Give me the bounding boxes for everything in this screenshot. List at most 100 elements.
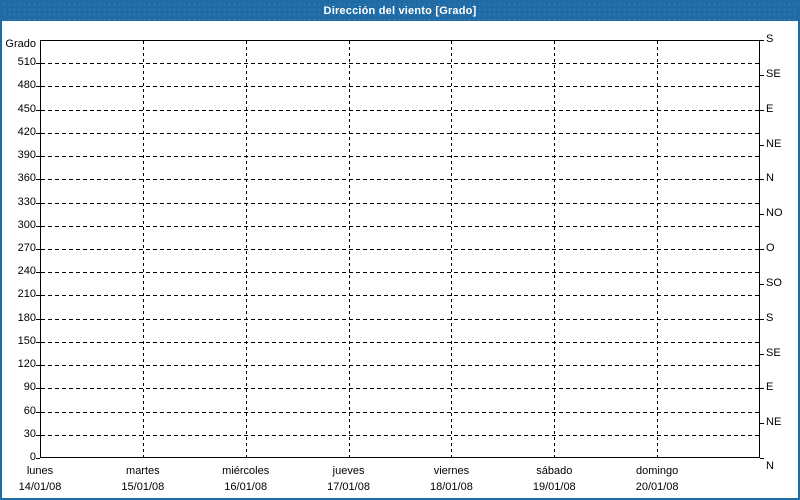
x-axis-day-label: martes [126, 465, 160, 477]
x-axis-date-label: 14/01/08 [18, 481, 62, 493]
y-axis-right-tick [760, 388, 764, 390]
y-axis-right-tick [760, 318, 764, 320]
y-axis-left-tick-label: 480 [17, 79, 36, 92]
x-axis-date-label: 16/01/08 [224, 481, 268, 493]
y-axis-left-tick-label: 300 [17, 218, 36, 231]
y-axis-left-tick [36, 365, 40, 367]
y-axis-right-tick-label: SE [766, 67, 781, 80]
y-axis-left-tick [36, 132, 40, 134]
y-axis-left-tick [36, 202, 40, 204]
horizontal-gridline [41, 341, 759, 343]
y-axis-left-tick [36, 458, 40, 459]
y-axis-left-tick [36, 109, 40, 111]
vertical-gridline [451, 41, 453, 457]
y-axis-right-tick-label: NO [766, 207, 783, 220]
horizontal-gridline [41, 179, 759, 181]
y-axis-right-tick [760, 179, 764, 181]
y-axis-right-tick [760, 40, 764, 41]
y-axis-right-tick [760, 249, 764, 250]
horizontal-gridline [41, 156, 759, 158]
y-axis-right-tick-label: O [766, 242, 775, 254]
horizontal-gridline [41, 272, 759, 274]
y-axis-left-tick [36, 156, 40, 158]
x-axis-date-label: 15/01/08 [121, 481, 165, 493]
y-axis-left-tick [36, 225, 40, 227]
y-axis-left-tick [36, 295, 40, 297]
x-axis-day-label: jueves [332, 465, 365, 477]
y-axis-right-tick [760, 214, 764, 216]
chart-window: Dirección del viento [Grado] Grado 0 30 60… [0, 0, 800, 500]
y-axis-left-tick-label: 390 [17, 149, 36, 162]
y-axis-left-tick-label: 420 [17, 125, 36, 138]
y-axis-left-tick-label: 90 [23, 381, 36, 394]
y-axis-left-tick-label: 270 [17, 242, 36, 254]
y-axis-left-tick [36, 272, 40, 274]
horizontal-gridline [41, 434, 759, 436]
y-axis-left-tick-label: 360 [17, 172, 36, 185]
y-axis-left-tick [36, 341, 40, 343]
x-axis-date-label: 19/01/08 [532, 481, 576, 493]
x-axis-day-label: lunes [26, 465, 54, 477]
horizontal-gridline [41, 295, 759, 297]
y-axis-right-tick [760, 74, 764, 76]
y-axis-left-tick [36, 249, 40, 250]
x-axis-date-label: 17/01/08 [327, 481, 370, 493]
y-axis-right-tick-label: N [766, 460, 774, 472]
plot-area [40, 40, 760, 458]
y-axis-left-tick-label: 60 [23, 404, 36, 417]
horizontal-gridline [41, 63, 759, 65]
y-axis-right-tick-label: NE [766, 416, 782, 429]
y-axis-left-tick-label: 0 [29, 451, 36, 463]
y-axis-left-tick-label: 150 [17, 334, 36, 347]
y-axis-right-tick-label: E [766, 381, 774, 394]
y-axis-left-tick-label: 30 [23, 427, 36, 440]
y-axis-right-tick-label: S [766, 33, 774, 45]
horizontal-gridline [41, 86, 759, 88]
y-axis-right-tick-label: N [766, 172, 774, 185]
x-axis-date-label: 18/01/08 [430, 481, 473, 493]
horizontal-gridline [41, 225, 759, 227]
x-axis-day-label: miércoles [222, 465, 270, 477]
y-axis-left-tick [36, 388, 40, 390]
vertical-gridline [348, 41, 350, 457]
horizontal-gridline [41, 411, 759, 413]
y-axis-right-tick [760, 109, 764, 111]
horizontal-gridline [41, 202, 759, 204]
chart-title: Dirección del viento [Grado] [2, 2, 798, 21]
x-axis-day-label: sábado [536, 465, 573, 477]
y-axis-left-tick-label: 240 [17, 265, 36, 278]
y-axis-right-tick-label: SO [766, 276, 782, 289]
vertical-gridline [142, 41, 144, 457]
y-axis-left-tick-label: 180 [17, 311, 36, 324]
y-axis-left-tick-label: 510 [17, 56, 36, 69]
y-axis-left-tick [36, 179, 40, 181]
y-axis-left-tick [36, 318, 40, 320]
y-axis-right-tick [760, 283, 764, 285]
y-axis-left-tick [36, 86, 40, 88]
horizontal-gridline [41, 249, 759, 250]
y-axis-right-tick-label: NE [766, 137, 782, 150]
y-axis-left-tick-label: 450 [17, 102, 36, 115]
x-axis-day-label: viernes [433, 465, 470, 477]
vertical-gridline [657, 41, 659, 457]
y-axis-right-tick-label: E [766, 102, 774, 115]
horizontal-gridline [41, 132, 759, 134]
horizontal-gridline [41, 318, 759, 320]
y-axis-right-tick [760, 144, 764, 146]
horizontal-gridline [41, 109, 759, 111]
y-axis-right-tick [760, 423, 764, 425]
x-axis-date-label: 20/01/08 [635, 481, 679, 493]
y-axis-right-tick [760, 353, 764, 355]
y-axis-left-tick [36, 434, 40, 436]
vertical-gridline [245, 41, 247, 457]
x-axis-day-label: domingo [636, 465, 679, 477]
horizontal-gridline [41, 365, 759, 367]
y-axis-right-tick-label: S [766, 311, 774, 324]
y-axis-left-tick-label: 120 [17, 358, 36, 371]
y-axis-left-tick-label: 330 [17, 195, 36, 208]
horizontal-gridline [41, 388, 759, 390]
y-axis-unit-label: Grado [5, 38, 36, 50]
y-axis-right-tick-label: SE [766, 346, 781, 359]
y-axis-left-tick [36, 63, 40, 65]
y-axis-right-tick [760, 458, 764, 459]
